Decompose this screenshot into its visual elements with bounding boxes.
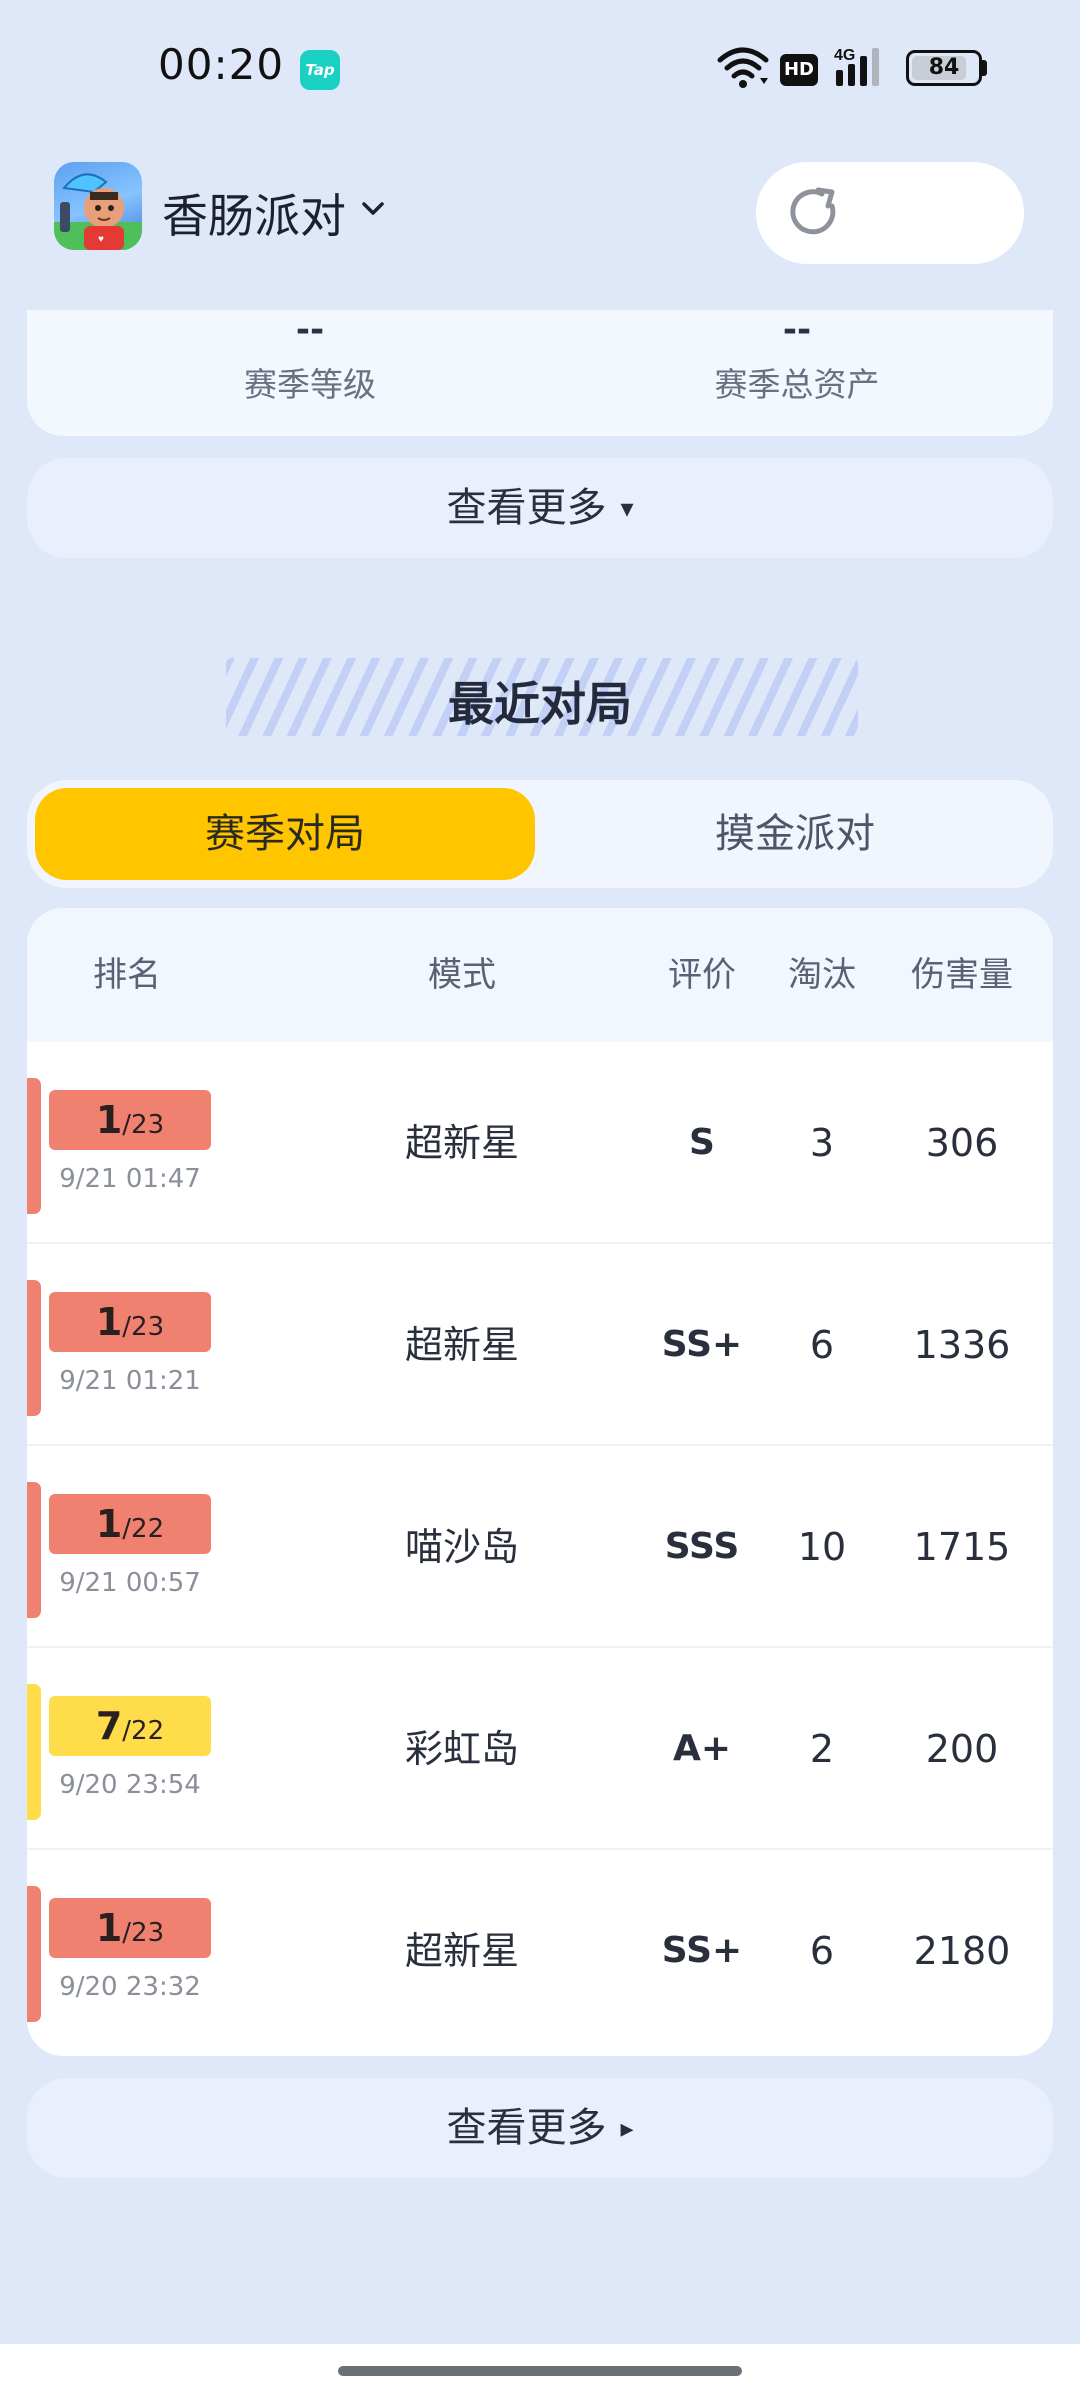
column-header-rank: 排名 xyxy=(93,955,161,995)
match-damage: 306 xyxy=(925,1121,999,1165)
view-more-stats-button[interactable]: 查看更多 ▾ xyxy=(27,458,1053,558)
battery-percent: 84 xyxy=(928,55,960,80)
match-rating: SS+ xyxy=(661,1324,743,1365)
match-time: 9/21 00:57 xyxy=(59,1568,201,1598)
match-mode: 喵沙岛 xyxy=(404,1525,519,1569)
column-header-mode: 模式 xyxy=(428,955,496,995)
game-avatar[interactable]: ♥ xyxy=(54,162,142,250)
rank-badge: 1/23 xyxy=(49,1898,211,1958)
match-mode: 超新星 xyxy=(404,1323,519,1367)
rank-total: /22 xyxy=(122,1716,165,1746)
game-title[interactable]: 香肠派对 xyxy=(162,180,346,246)
table-row[interactable]: 1/23 9/21 01:21 超新星 SS+ 6 1336 xyxy=(27,1244,1053,1446)
rank-total: /23 xyxy=(122,1918,165,1948)
match-mode: 超新星 xyxy=(404,1929,519,1973)
column-header-eliminations: 淘汰 xyxy=(788,955,856,995)
match-eliminations: 3 xyxy=(809,1121,835,1165)
match-tabs: 赛季对局 摸金派对 xyxy=(27,780,1053,888)
rank-color-bar xyxy=(27,1078,41,1214)
stat-season-assets: -- 赛季总资产 xyxy=(597,310,997,406)
table-row[interactable]: 1/22 9/21 00:57 喵沙岛 SSS 10 1715 xyxy=(27,1446,1053,1648)
rank-badge: 7/22 xyxy=(49,1696,211,1756)
rank-position: 1 xyxy=(95,1098,123,1142)
match-rating: SSS xyxy=(664,1526,740,1567)
svg-text:4G: 4G xyxy=(834,47,855,64)
table-header: 排名 模式 评价 淘汰 伤害量 xyxy=(27,908,1053,1042)
battery-tip xyxy=(982,60,987,76)
game-avatar-image: ♥ xyxy=(54,173,142,250)
triangle-right-icon: ▸ xyxy=(620,2114,634,2144)
stat-label: 赛季总资产 xyxy=(714,365,880,404)
match-time: 9/20 23:54 xyxy=(59,1770,201,1800)
match-rating: SS+ xyxy=(661,1930,743,1971)
match-eliminations: 2 xyxy=(809,1727,835,1771)
match-damage: 1336 xyxy=(913,1323,1011,1367)
tab-gold-party[interactable]: 摸金派对 xyxy=(545,788,1045,880)
column-header-rating: 评价 xyxy=(668,955,736,995)
signal-icon: 4G xyxy=(834,47,879,86)
view-more-matches-button[interactable]: 查看更多 ▸ xyxy=(27,2078,1053,2178)
rank-color-bar xyxy=(27,1280,41,1416)
stat-value: -- xyxy=(782,310,812,350)
svg-text:♥: ♥ xyxy=(98,234,104,245)
refresh-icon xyxy=(790,187,836,235)
battery-icon: 84 xyxy=(906,50,982,86)
match-damage: 2180 xyxy=(913,1929,1011,1973)
match-eliminations: 10 xyxy=(797,1525,847,1569)
status-time: 00:20 xyxy=(158,40,285,89)
rank-position: 1 xyxy=(95,1502,123,1546)
column-header-damage: 伤害量 xyxy=(911,955,1013,995)
match-damage: 200 xyxy=(925,1727,999,1771)
stat-label: 赛季等级 xyxy=(244,365,376,404)
rank-color-bar xyxy=(27,1684,41,1820)
match-rating: S xyxy=(689,1122,715,1163)
rank-total: /23 xyxy=(122,1312,165,1342)
match-eliminations: 6 xyxy=(809,1929,835,1973)
triangle-down-icon: ▾ xyxy=(620,494,634,524)
rank-position: 1 xyxy=(95,1906,123,1950)
match-damage: 1715 xyxy=(913,1525,1011,1569)
wifi-icon xyxy=(717,47,769,88)
match-mode: 彩虹岛 xyxy=(404,1727,519,1771)
rank-badge: 1/22 xyxy=(49,1494,211,1554)
rank-badge: 1/23 xyxy=(49,1090,211,1150)
table-row[interactable]: 1/23 9/21 01:47 超新星 S 3 306 xyxy=(27,1042,1053,1244)
rank-color-bar xyxy=(27,1886,41,2022)
match-table: 排名 模式 评价 淘汰 伤害量 1/23 9/21 01:47 超新星 S 3 … xyxy=(27,908,1053,2056)
taptap-notification-icon: Tap xyxy=(300,50,340,90)
status-bar: 00:20 Tap HD 4G 84 xyxy=(0,0,1080,135)
section-title: 最近对局 xyxy=(448,677,632,731)
chevron-down-icon[interactable] xyxy=(358,194,388,224)
stat-value: -- xyxy=(295,310,325,350)
refresh-button[interactable] xyxy=(756,162,1024,264)
match-rating: A+ xyxy=(672,1728,732,1769)
table-row[interactable]: 7/22 9/20 23:54 彩虹岛 A+ 2 200 xyxy=(27,1648,1053,1850)
match-eliminations: 6 xyxy=(809,1323,835,1367)
match-time: 9/20 23:32 xyxy=(59,1972,201,2002)
season-stats-card: -- 赛季等级 -- 赛季总资产 xyxy=(27,310,1053,436)
home-indicator[interactable] xyxy=(338,2366,742,2376)
rank-badge: 1/23 xyxy=(49,1292,211,1352)
rank-position: 1 xyxy=(95,1300,123,1344)
view-more-label: 查看更多 xyxy=(446,485,607,531)
rank-total: /23 xyxy=(122,1110,165,1140)
rank-color-bar xyxy=(27,1482,41,1618)
match-time: 9/21 01:47 xyxy=(59,1164,201,1194)
rank-total: /22 xyxy=(122,1514,165,1544)
rank-position: 7 xyxy=(95,1704,123,1748)
match-mode: 超新星 xyxy=(404,1121,519,1165)
table-row[interactable]: 1/23 9/20 23:32 超新星 SS+ 6 2180 xyxy=(27,1850,1053,2052)
stat-season-level: -- 赛季等级 xyxy=(110,310,510,406)
match-history-page: 00:20 Tap HD 4G 84 ♥ 香肠派对 -- 赛季等级 -- 赛季总… xyxy=(0,0,1080,2400)
view-more-label: 查看更多 xyxy=(446,2105,607,2151)
hd-voice-icon: HD xyxy=(780,54,818,86)
match-time: 9/21 01:21 xyxy=(59,1366,201,1396)
tab-season-matches[interactable]: 赛季对局 xyxy=(35,788,535,880)
